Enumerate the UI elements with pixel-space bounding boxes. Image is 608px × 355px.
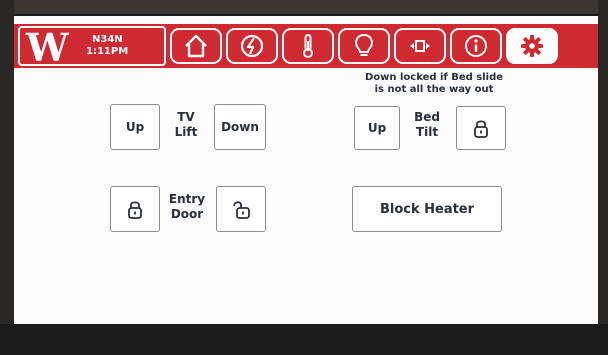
unlock-icon (233, 201, 250, 219)
bed-tilt-up-button[interactable]: Up (354, 106, 400, 150)
header-bar: W N34N 1:11PM (14, 24, 598, 68)
brand-logo: W (26, 25, 69, 70)
bed-tilt-title-line2: Tilt (415, 125, 439, 139)
tv-lift-title-line1: TV (177, 110, 195, 124)
device-bezel-top (0, 0, 608, 14)
bed-slide-warning: Down locked if Bed slide is not all the … (344, 72, 524, 96)
warning-line-2: is not all the way out (374, 84, 494, 95)
tv-lift-down-label: Down (221, 120, 259, 134)
info-button[interactable] (450, 28, 502, 64)
slide-out-icon (410, 40, 430, 52)
lock-icon (128, 201, 142, 219)
unit-id: N34N (92, 34, 123, 45)
tv-lift-up-label: Up (125, 120, 145, 134)
entry-door-unlock-button[interactable] (216, 186, 266, 232)
touch-screen: W N34N 1:11PM Down locked if Bed slide i… (14, 16, 598, 324)
bed-tilt-title: Bed Tilt (400, 110, 454, 140)
entry-door-title: Entry Door (160, 192, 214, 222)
entry-door-lock-button[interactable] (110, 186, 160, 232)
thermometer-icon (303, 34, 313, 58)
entry-door-title-line2: Door (170, 207, 204, 221)
tv-lift-title: TV Lift (160, 110, 212, 140)
gear-icon (521, 35, 543, 57)
info-icon (465, 35, 487, 57)
tv-lift-up-button[interactable]: Up (110, 104, 160, 150)
lightbulb-icon (354, 33, 374, 56)
bed-tilt-lock-button[interactable] (456, 106, 506, 150)
clock-time: 1:11PM (86, 46, 129, 57)
block-heater-button[interactable]: Block Heater (352, 186, 502, 232)
entry-door-title-line1: Entry (168, 192, 206, 206)
device-bezel-right (598, 0, 608, 355)
bed-tilt-title-line1: Bed (414, 110, 440, 124)
lock-icon (474, 120, 488, 138)
logo-box[interactable]: W N34N 1:11PM (18, 25, 166, 70)
tv-lift-down-button[interactable]: Down (214, 104, 266, 150)
warning-line-1: Down locked if Bed slide (364, 72, 504, 83)
tv-lift-title-line2: Lift (174, 125, 198, 139)
power-button[interactable] (226, 28, 278, 64)
home-icon (185, 34, 207, 58)
thermometer-button[interactable] (282, 28, 334, 64)
settings-button[interactable] (506, 28, 558, 64)
lights-button[interactable] (338, 28, 390, 64)
power-icon (240, 34, 264, 58)
device-bezel-left (0, 0, 14, 355)
home-button[interactable] (170, 28, 222, 64)
bed-tilt-up-label: Up (367, 121, 387, 135)
block-heater-label: Block Heater (379, 201, 475, 217)
slide-out-button[interactable] (394, 28, 446, 64)
device-bezel-bottom (0, 324, 608, 355)
